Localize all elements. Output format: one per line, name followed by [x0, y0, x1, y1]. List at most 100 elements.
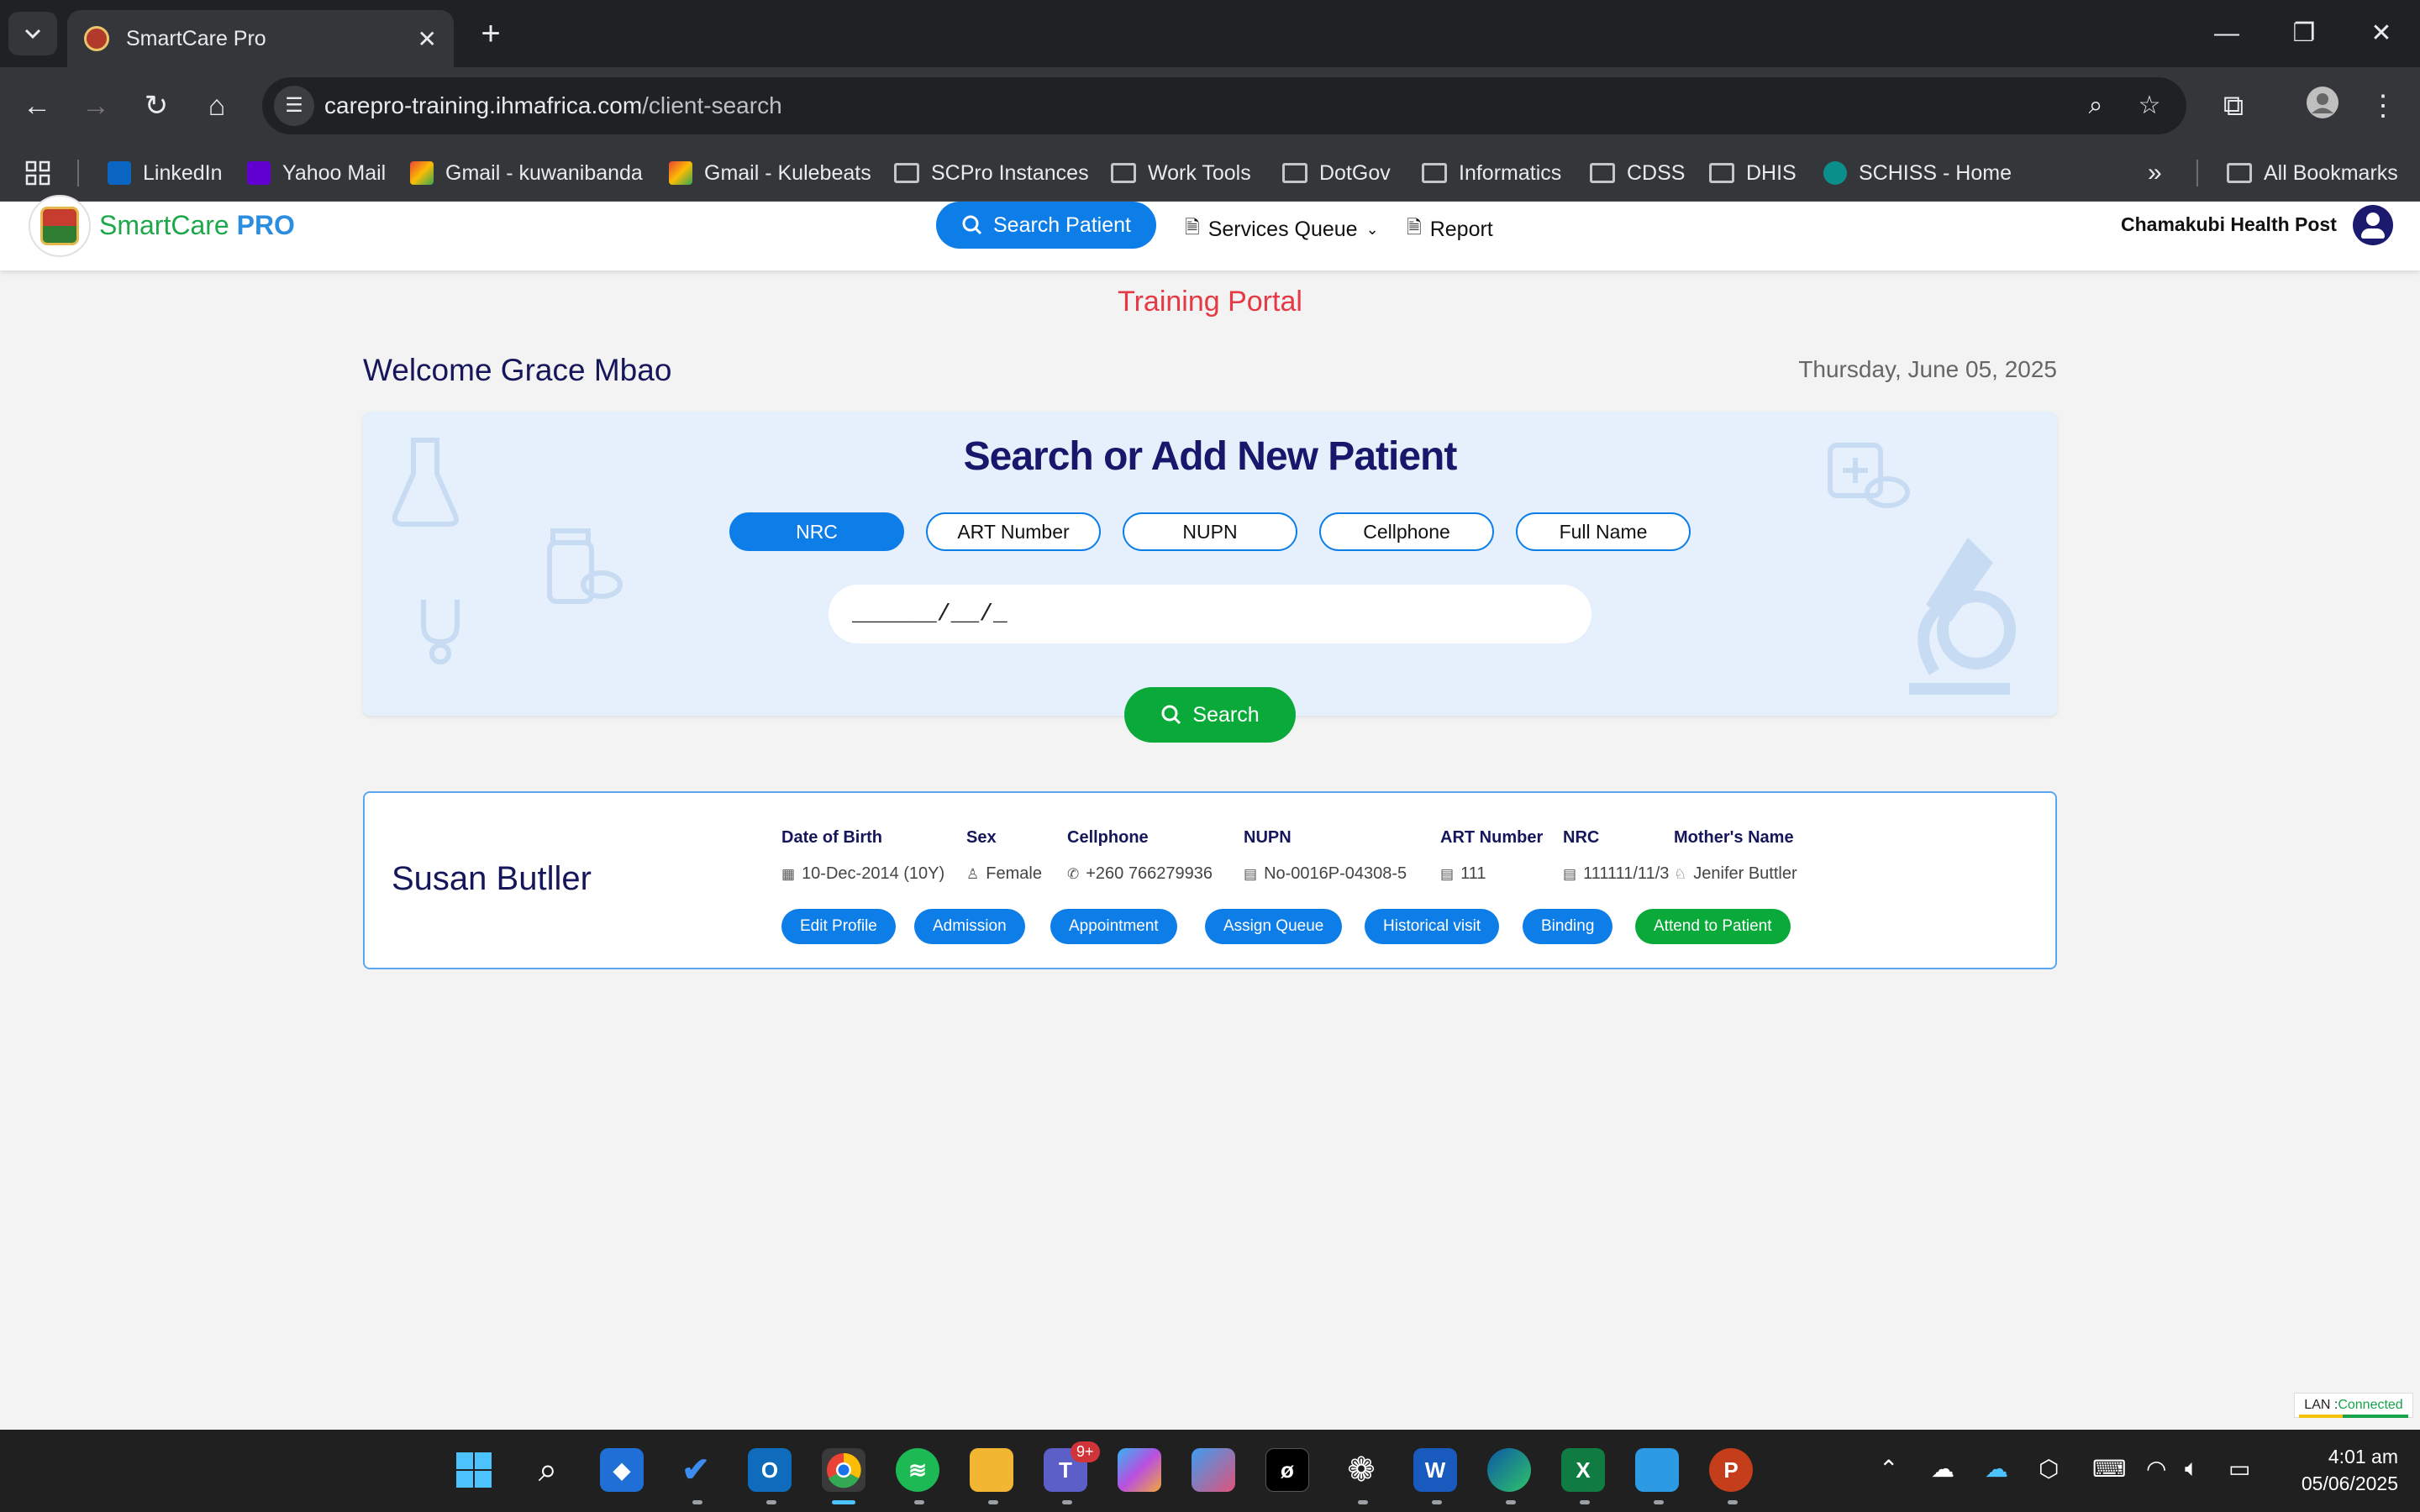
close-tab-icon[interactable]: ✕: [418, 25, 437, 53]
minimize-icon[interactable]: —: [2202, 15, 2252, 52]
bookmark-schiss-home[interactable]: SCHISS - Home: [1823, 156, 2012, 190]
all-bookmarks[interactable]: All Bookmarks: [2227, 156, 2398, 190]
todo-icon[interactable]: ✔: [674, 1448, 718, 1492]
home-icon[interactable]: ⌂: [197, 86, 237, 126]
windows-start-icon[interactable]: [452, 1448, 496, 1492]
training-portal-banner: Training Portal: [1118, 286, 1302, 318]
show-hidden-icons[interactable]: ⌃: [1879, 1455, 1898, 1483]
edit-profile-button[interactable]: Edit Profile: [781, 909, 896, 944]
wifi-icon[interactable]: ◠: [2146, 1455, 2166, 1483]
bookmark-dotgov[interactable]: DotGov: [1282, 156, 1391, 190]
chatgpt-icon[interactable]: ❁: [1339, 1448, 1383, 1492]
filter-nrc[interactable]: NRC: [729, 512, 904, 551]
nrc-search-input[interactable]: [829, 585, 1591, 643]
battery-icon[interactable]: ▭: [2228, 1455, 2250, 1483]
chrome-icon[interactable]: [822, 1448, 865, 1492]
app-header: SmartCare PRO Search Patient 🗎 Services Q…: [0, 195, 2420, 270]
more-bookmarks-icon[interactable]: »: [2148, 156, 2162, 190]
brand-logo[interactable]: SmartCare PRO: [99, 210, 295, 241]
back-icon[interactable]: ←: [17, 86, 57, 126]
field-nrc: NRC ▤ 111111/11/3: [1563, 828, 1670, 883]
word-icon[interactable]: W: [1413, 1448, 1457, 1492]
user-avatar-icon[interactable]: [2353, 205, 2393, 245]
appointment-button[interactable]: Appointment: [1050, 909, 1177, 944]
site-info-icon[interactable]: ☰: [274, 86, 314, 126]
divider: [2196, 160, 2198, 186]
volume-icon[interactable]: 🔈︎: [2185, 1455, 2199, 1483]
field-mothers-name: Mother's Name ♘ Jenifer Buttler: [1674, 828, 1797, 883]
historical-visit-button[interactable]: Historical visit: [1365, 909, 1500, 944]
patient-name[interactable]: Susan Butller: [392, 860, 592, 898]
keyboard-icon[interactable]: ⌨: [2092, 1455, 2126, 1483]
bookmark-dhis[interactable]: DHIS: [1709, 156, 1797, 190]
outlook-icon[interactable]: O: [748, 1448, 792, 1492]
patient-result-card[interactable]: Susan Butller Date of Birth ▦ 10-Dec-2014…: [363, 791, 2057, 969]
bookmark-gmail-1[interactable]: Gmail - kuwanibanda: [410, 156, 643, 190]
menu-icon[interactable]: ⋮: [2363, 86, 2403, 126]
browser-tab-strip: SmartCare Pro ✕ + — ❐ ✕: [0, 0, 2420, 67]
new-tab-button[interactable]: +: [472, 17, 509, 54]
bookmark-work-tools[interactable]: Work Tools: [1111, 156, 1251, 190]
restore-icon[interactable]: ❐: [2279, 15, 2329, 52]
document-icon: 🗎: [1185, 217, 1200, 238]
stethoscope-icon: [421, 600, 460, 664]
security-icon[interactable]: ⬡: [2039, 1455, 2059, 1483]
extensions-icon[interactable]: ⧉: [2213, 86, 2254, 126]
m365-icon[interactable]: [1118, 1448, 1161, 1492]
close-window-icon[interactable]: ✕: [2356, 15, 2407, 52]
binding-button[interactable]: Binding: [1523, 909, 1613, 944]
apps-icon[interactable]: [25, 156, 50, 190]
bookmark-yahoo-mail[interactable]: Yahoo Mail: [247, 156, 386, 190]
bookmark-star-icon[interactable]: ☆: [2133, 89, 2166, 123]
attend-to-patient-button[interactable]: Attend to Patient: [1635, 909, 1791, 944]
browser-tab[interactable]: SmartCare Pro ✕: [67, 10, 454, 67]
edge-icon[interactable]: [1487, 1448, 1531, 1492]
search-patient-button[interactable]: Search Patient: [936, 202, 1156, 249]
onedrive-business-icon[interactable]: ☁: [1985, 1455, 2008, 1483]
file-explorer-icon[interactable]: [970, 1448, 1013, 1492]
address-bar[interactable]: ☰ carepro-training.ihmafrica.com/client-…: [262, 77, 2186, 134]
folder-icon: [1282, 163, 1307, 183]
report-link[interactable]: 🗎 Report: [1407, 213, 1493, 245]
folder-icon: [1590, 163, 1615, 183]
coat-of-arms-logo[interactable]: [29, 195, 91, 257]
excel-icon[interactable]: X: [1561, 1448, 1605, 1492]
reload-icon[interactable]: ↻: [136, 86, 176, 126]
field-art-number: ART Number ▤ 111: [1440, 828, 1544, 883]
bookmark-linkedin[interactable]: LinkedIn: [108, 156, 223, 190]
filter-nupn[interactable]: NUPN: [1123, 512, 1297, 551]
admission-button[interactable]: Admission: [914, 909, 1025, 944]
forward-icon[interactable]: →: [76, 86, 116, 126]
bookmark-scpro-instances[interactable]: SCPro Instances: [894, 156, 1089, 190]
filter-cellphone[interactable]: Cellphone: [1319, 512, 1494, 551]
system-clock[interactable]: 4:01 am 05/06/2025: [2289, 1443, 2398, 1497]
copilot-pre-icon[interactable]: ◆: [600, 1448, 644, 1492]
chevron-down-icon: ⌄: [1365, 220, 1379, 238]
browser-toolbar: ← → ↻ ⌂ ☰ carepro-training.ihmafrica.com…: [0, 67, 2420, 144]
filter-art-number[interactable]: ART Number: [926, 512, 1101, 551]
filter-full-name[interactable]: Full Name: [1516, 512, 1691, 551]
bookmark-informatics[interactable]: Informatics: [1422, 156, 1561, 190]
gmail-icon: [410, 161, 434, 185]
powerpoint-icon[interactable]: P: [1709, 1448, 1753, 1492]
profile-icon[interactable]: [2302, 86, 2343, 126]
services-queue-menu[interactable]: 🗎 Services Queue ⌄: [1185, 213, 1379, 245]
spotify-icon[interactable]: ≋: [896, 1448, 939, 1492]
bookmark-cdss[interactable]: CDSS: [1590, 156, 1685, 190]
url-text[interactable]: carepro-training.ihmafrica.com/client-se…: [324, 92, 782, 119]
assign-queue-button[interactable]: Assign Queue: [1205, 909, 1343, 944]
zoom-icon[interactable]: ⌕: [2079, 89, 2112, 123]
current-date: Thursday, June 05, 2025: [1798, 356, 2057, 382]
folder-icon: [1422, 163, 1447, 183]
facility-name: Chamakubi Health Post: [2121, 213, 2337, 235]
gmail-icon: [669, 161, 692, 185]
search-button[interactable]: Search: [1124, 687, 1296, 743]
tab-search-button[interactable]: [8, 12, 57, 55]
bookmark-gmail-2[interactable]: Gmail - Kulebeats: [669, 156, 871, 190]
copilot-icon[interactable]: [1192, 1448, 1235, 1492]
photos-icon[interactable]: [1635, 1448, 1679, 1492]
onedrive-personal-icon[interactable]: ☁: [1931, 1455, 1954, 1483]
favicon-icon: [84, 26, 109, 51]
notion-like-app-icon[interactable]: ø: [1265, 1448, 1309, 1492]
search-icon[interactable]: ⌕: [526, 1448, 570, 1492]
